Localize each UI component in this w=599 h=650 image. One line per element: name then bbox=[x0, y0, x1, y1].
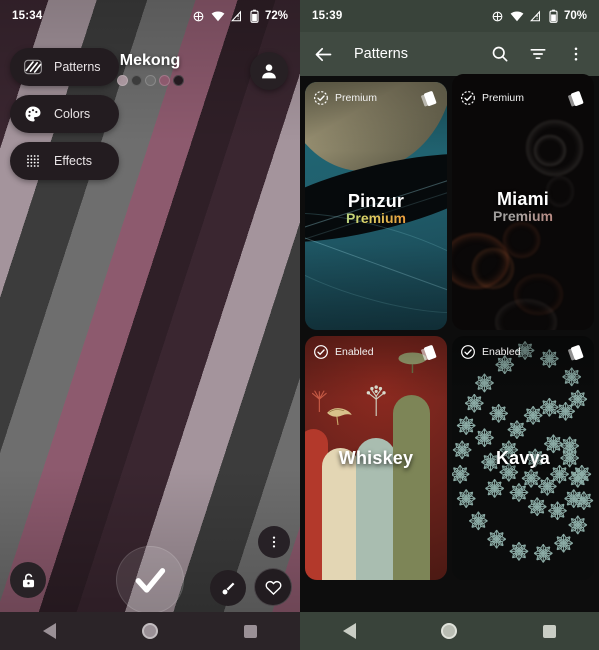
badge-label: Enabled bbox=[335, 346, 374, 358]
layers-icon bbox=[568, 91, 584, 107]
app-bar-title: Patterns bbox=[354, 46, 408, 62]
right-navigation-bar bbox=[300, 612, 599, 650]
pattern-card-kavya[interactable]: Enabled Kavya bbox=[452, 336, 594, 580]
badge-miami[interactable]: Premium bbox=[460, 90, 524, 106]
dual-screenshot: 15:34 72% Mekong Patterns Colors Effects… bbox=[0, 0, 599, 650]
right-battery-percent: 70% bbox=[563, 10, 587, 22]
search-icon bbox=[492, 46, 508, 62]
right-status-icons: 70% bbox=[491, 9, 587, 23]
badge-label: Premium bbox=[482, 92, 525, 104]
left-phone-wallpaper-preview: 15:34 72% Mekong Patterns Colors Effects bbox=[0, 0, 300, 650]
check-circle-icon bbox=[461, 345, 475, 359]
badge-kavya[interactable]: Enabled bbox=[460, 344, 521, 360]
pattern-name: Miami bbox=[496, 189, 549, 210]
title-miami: Miami Premium bbox=[452, 189, 594, 224]
location-icon bbox=[193, 11, 204, 21]
more-vertical-icon bbox=[272, 536, 276, 548]
lock-button[interactable] bbox=[10, 562, 46, 598]
layers-icon bbox=[421, 91, 437, 107]
pattern-name: Kavya bbox=[495, 448, 551, 469]
layers-button-whiskey[interactable] bbox=[419, 343, 439, 368]
right-phone-patterns-list: 15:39 70% Patterns Premium Pinzur Premiu… bbox=[300, 0, 599, 650]
badge-label: Premium bbox=[335, 92, 378, 104]
signal-warning-icon bbox=[529, 10, 540, 22]
left-status-icons: 72% bbox=[192, 9, 288, 23]
pattern-subtitle: Premium bbox=[452, 208, 594, 224]
overflow-menu-button[interactable] bbox=[563, 41, 589, 67]
badge-whiskey[interactable]: Enabled bbox=[313, 344, 374, 360]
brush-button[interactable] bbox=[210, 570, 246, 606]
left-status-time: 15:34 bbox=[12, 10, 43, 22]
brush-icon bbox=[222, 582, 234, 594]
check-circle-icon bbox=[314, 91, 328, 105]
check-circle-icon bbox=[461, 91, 475, 105]
account-icon bbox=[262, 64, 276, 79]
account-button[interactable] bbox=[250, 52, 288, 90]
title-pinzur: Pinzur Premium bbox=[305, 191, 447, 226]
title-whiskey: Whiskey bbox=[305, 448, 447, 469]
pattern-card-miami[interactable]: Premium Miami Premium bbox=[452, 74, 594, 330]
pattern-name: Pinzur bbox=[347, 191, 405, 212]
chip-patterns-label: Patterns bbox=[54, 60, 101, 74]
tool-chip-list: Patterns Colors Effects bbox=[10, 48, 119, 180]
title-kavya: Kavya bbox=[452, 448, 594, 469]
left-battery-percent: 72% bbox=[264, 10, 288, 22]
home-circle-icon[interactable] bbox=[441, 623, 458, 639]
unlock-icon bbox=[22, 573, 34, 587]
more-vertical-icon bbox=[574, 47, 578, 61]
left-navigation-bar bbox=[0, 612, 300, 650]
patterns-grid: Premium Pinzur Premium Premium Miami Pre… bbox=[300, 74, 599, 586]
filter-icon bbox=[530, 49, 546, 60]
check-icon bbox=[135, 568, 166, 593]
chip-effects-label: Effects bbox=[54, 154, 92, 168]
palette-icon bbox=[22, 103, 44, 125]
back-triangle-icon[interactable] bbox=[342, 623, 356, 639]
pattern-card-whiskey[interactable]: Enabled Whiskey bbox=[305, 336, 447, 580]
battery-icon bbox=[549, 9, 558, 23]
heart-icon bbox=[265, 580, 281, 595]
check-circle-icon bbox=[314, 345, 328, 359]
layers-icon bbox=[568, 345, 584, 361]
recents-square-icon[interactable] bbox=[244, 624, 257, 638]
layers-button-miami[interactable] bbox=[566, 89, 586, 114]
apply-wallpaper-button[interactable] bbox=[116, 546, 184, 614]
pattern-subtitle: Premium bbox=[305, 210, 447, 226]
wifi-icon bbox=[510, 11, 524, 22]
badge-pinzur[interactable]: Premium bbox=[313, 90, 377, 106]
pattern-card-pinzur[interactable]: Premium Pinzur Premium bbox=[305, 82, 447, 330]
app-bar: Patterns bbox=[300, 32, 599, 76]
wifi-icon bbox=[211, 11, 225, 22]
chip-colors[interactable]: Colors bbox=[10, 95, 119, 133]
filter-button[interactable] bbox=[525, 41, 551, 67]
layers-button-pinzur[interactable] bbox=[419, 89, 439, 114]
back-triangle-icon[interactable] bbox=[43, 623, 56, 639]
signal-warning-icon bbox=[230, 10, 241, 22]
miami-wisp bbox=[472, 248, 515, 289]
badge-label: Enabled bbox=[482, 346, 521, 358]
battery-icon bbox=[250, 9, 259, 23]
favorite-button[interactable] bbox=[254, 568, 292, 606]
home-circle-icon[interactable] bbox=[142, 623, 158, 639]
more-options-button[interactable] bbox=[258, 526, 290, 558]
right-status-time: 15:39 bbox=[312, 10, 343, 22]
patterns-icon bbox=[22, 56, 44, 78]
right-status-bar: 15:39 70% bbox=[300, 0, 599, 32]
chip-colors-label: Colors bbox=[54, 107, 91, 121]
chip-effects[interactable]: Effects bbox=[10, 142, 119, 180]
pattern-name: Whiskey bbox=[338, 448, 414, 469]
miami-wisp bbox=[534, 135, 565, 166]
layers-icon bbox=[421, 345, 437, 361]
layers-button-kavya[interactable] bbox=[566, 343, 586, 368]
left-status-bar: 15:34 72% bbox=[0, 0, 300, 32]
arrow-back-button[interactable] bbox=[310, 41, 336, 67]
miami-wisp bbox=[503, 222, 540, 258]
chip-patterns[interactable]: Patterns bbox=[10, 48, 119, 86]
location-icon bbox=[492, 11, 503, 21]
recents-square-icon[interactable] bbox=[543, 624, 557, 638]
arrow-back-icon bbox=[315, 47, 331, 61]
search-button[interactable] bbox=[487, 41, 513, 67]
effects-dots-icon bbox=[22, 150, 44, 172]
